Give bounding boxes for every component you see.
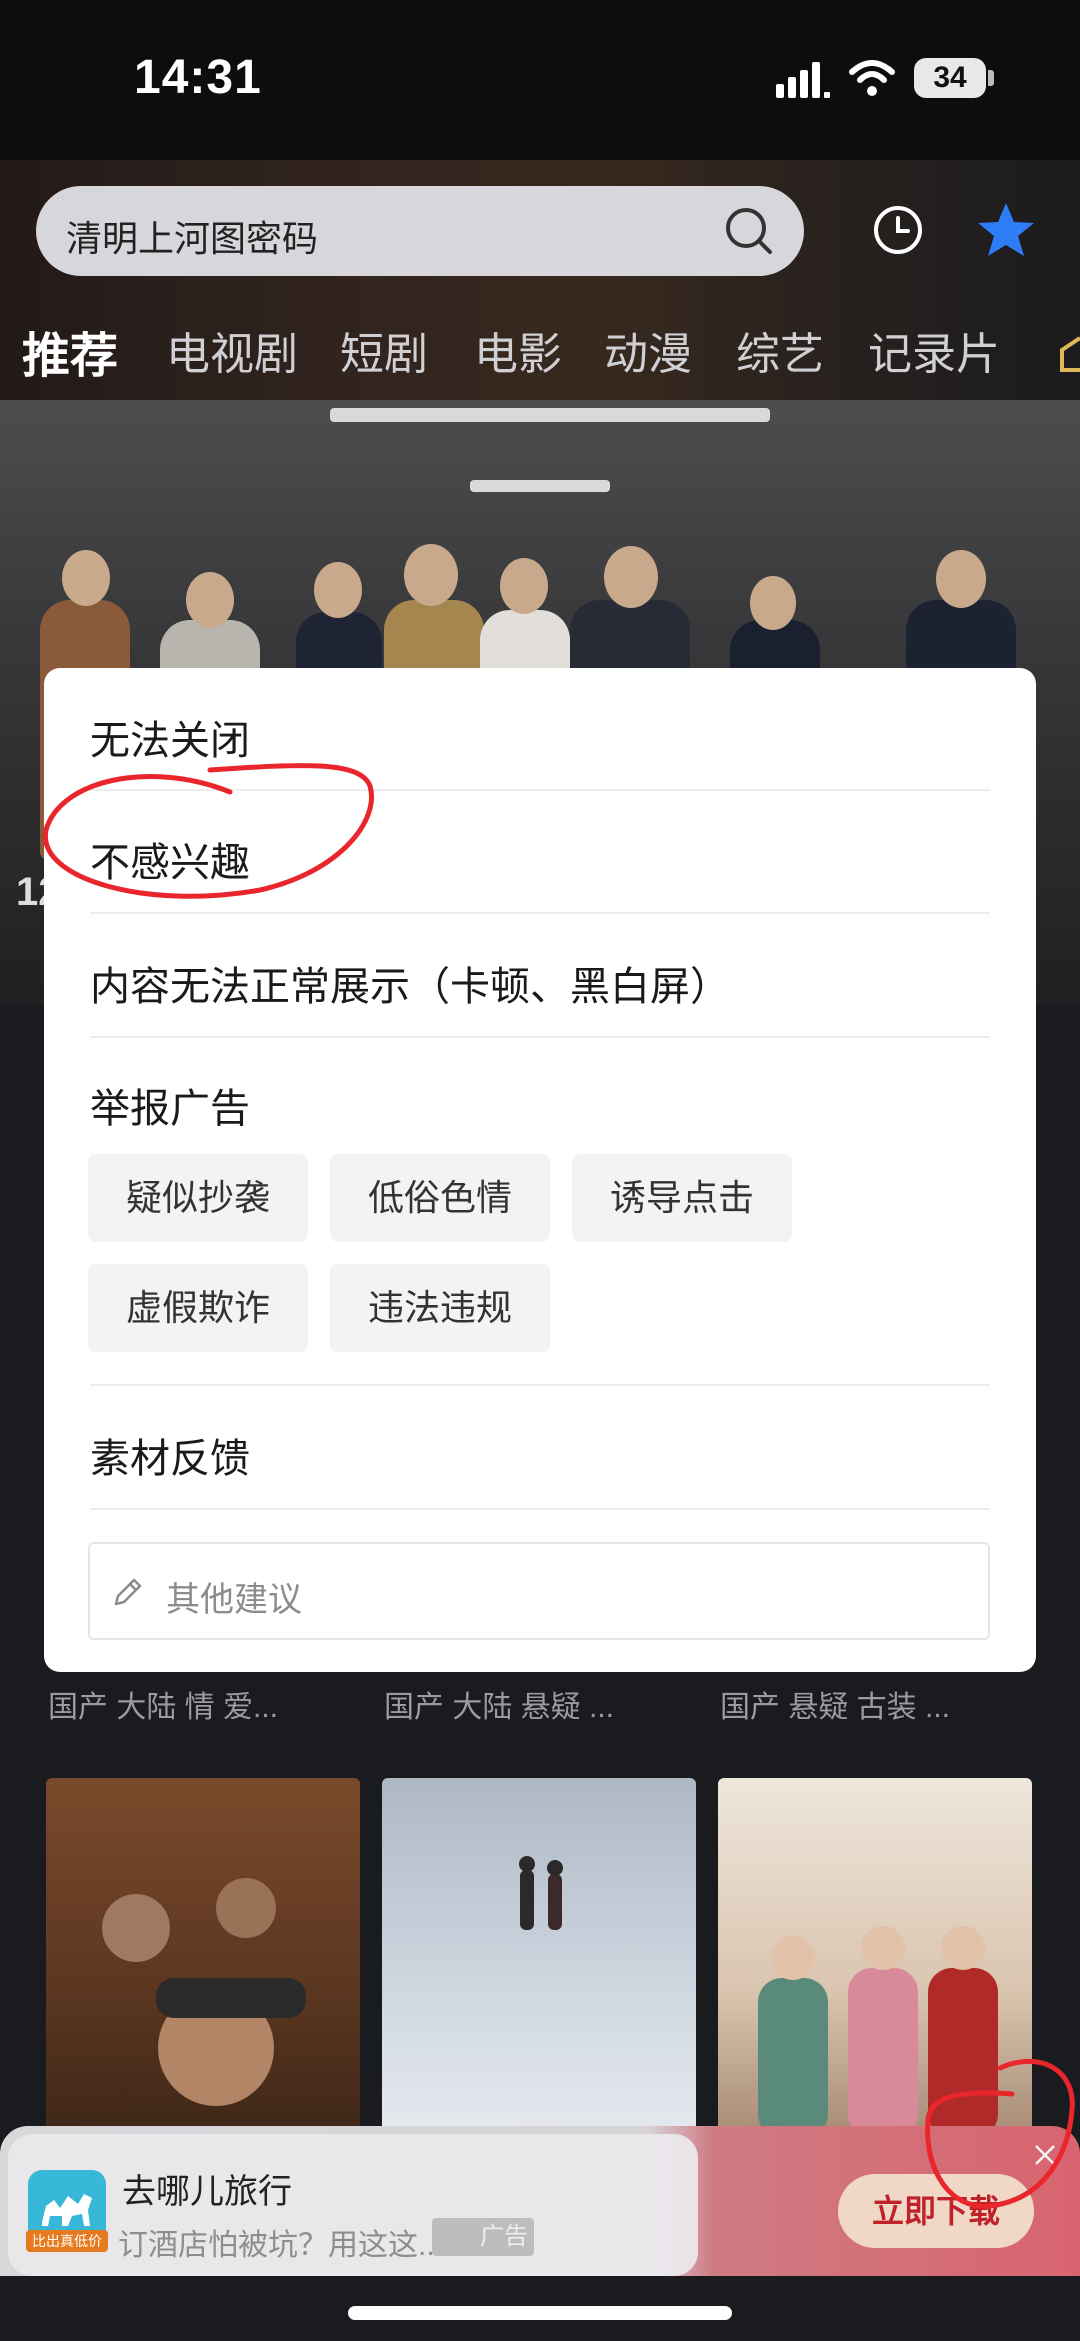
divider	[90, 1384, 990, 1386]
clock-icon[interactable]	[872, 204, 924, 256]
hero-figure-head	[314, 562, 362, 618]
option-cannot-close[interactable]: 无法关闭	[90, 708, 250, 766]
divider	[90, 789, 990, 791]
tab-anime[interactable]: 动漫	[604, 318, 692, 382]
tab-movie[interactable]: 电影	[474, 318, 562, 382]
hero-figure-head	[750, 576, 796, 630]
search-input-text[interactable]: 清明上河图密码	[66, 210, 318, 262]
divider	[90, 1508, 990, 1510]
hero-lamp	[330, 408, 770, 422]
ad-description[interactable]: 订酒店怕被坑？用这这...	[118, 2220, 443, 2264]
option-display-error[interactable]: 内容无法正常展示（卡顿、黑白屏）	[90, 954, 730, 1012]
hero-lamp	[470, 480, 610, 492]
hero-figure-head	[936, 550, 986, 608]
battery-indicator: 34	[914, 58, 986, 98]
tab-variety[interactable]: 综艺	[736, 318, 824, 382]
ad-badge: 广告	[432, 2218, 534, 2256]
home-indicator[interactable]	[348, 2306, 732, 2320]
ad-title[interactable]: 去哪儿旅行	[122, 2164, 292, 2213]
poster-card[interactable]	[46, 1778, 360, 2138]
chip-fraud[interactable]: 虚假欺诈	[88, 1264, 308, 1352]
signal-icon	[776, 62, 832, 98]
suggestion-placeholder[interactable]: 其他建议	[166, 1572, 302, 1621]
chip-illegal[interactable]: 违法违规	[330, 1264, 550, 1352]
chip-clickbait[interactable]: 诱导点击	[572, 1154, 792, 1242]
poster-card[interactable]	[718, 1778, 1032, 2138]
video-caption[interactable]: 国产 悬疑 古装 ...	[720, 1682, 950, 1726]
tab-tv-series[interactable]: 电视剧	[166, 318, 298, 382]
download-button[interactable]: 立即下载	[838, 2174, 1034, 2248]
pencil-icon	[110, 1576, 144, 1610]
tab-short-drama[interactable]: 短剧	[340, 318, 428, 382]
hero-figure-head	[604, 546, 658, 608]
video-caption[interactable]: 国产 大陆 悬疑 ...	[384, 1682, 614, 1726]
option-not-interested[interactable]: 不感兴趣	[90, 830, 250, 888]
ad-logo-tag: 比出真低价	[26, 2230, 108, 2252]
hero-figure-head	[186, 572, 234, 628]
video-caption[interactable]: 国产 大陆 情 爱...	[48, 1682, 278, 1726]
tab-recommend[interactable]: 推荐	[22, 316, 118, 386]
hero-figure-head	[404, 544, 458, 606]
report-ad-title: 举报广告	[90, 1087, 250, 1131]
divider	[90, 1036, 990, 1038]
wifi-icon	[848, 58, 896, 98]
poster-card[interactable]	[382, 1778, 696, 2138]
hero-figure-head	[500, 558, 548, 614]
search-icon[interactable]	[722, 204, 774, 256]
option-material-feedback[interactable]: 素材反馈	[90, 1426, 250, 1484]
star-icon[interactable]	[976, 200, 1036, 260]
category-more-icon[interactable]	[1058, 330, 1080, 380]
chip-vulgar[interactable]: 低俗色情	[330, 1154, 550, 1242]
chip-plagiarism[interactable]: 疑似抄袭	[88, 1154, 308, 1242]
close-icon[interactable]	[1032, 2142, 1058, 2168]
hero-figure-head	[62, 550, 110, 606]
battery-tip	[988, 70, 994, 86]
tab-documentary[interactable]: 记录片	[868, 318, 1000, 382]
divider	[90, 912, 990, 914]
status-time: 14:31	[134, 51, 262, 104]
